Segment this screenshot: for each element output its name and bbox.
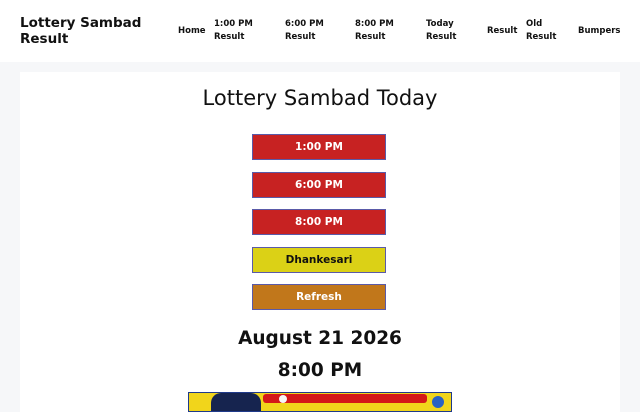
nav-6pm-result[interactable]: 6:00 PM Result: [285, 18, 335, 44]
refresh-button[interactable]: Refresh: [252, 284, 386, 310]
6pm-button[interactable]: 6:00 PM: [252, 172, 386, 198]
main-content: Lottery Sambad Today 1:00 PM 6:00 PM 8:0…: [20, 72, 620, 412]
dhankesari-button[interactable]: Dhankesari: [252, 247, 386, 273]
nav-bumpers[interactable]: Bumpers: [578, 25, 621, 38]
nav-old-result[interactable]: Old Result: [526, 18, 566, 44]
emblem-icon: [430, 394, 446, 410]
site-title[interactable]: Lottery Sambad Result: [20, 15, 160, 47]
site-header: Lottery Sambad Result Home 1:00 PM Resul…: [0, 0, 640, 62]
nav-result[interactable]: Result: [487, 25, 517, 38]
banner-logo-shape: [211, 393, 261, 411]
nav-1pm-result[interactable]: 1:00 PM Result: [214, 18, 264, 44]
nav-today-result[interactable]: Today Result: [426, 18, 466, 44]
banner-title-strip: [263, 394, 427, 403]
result-image[interactable]: [188, 392, 452, 412]
seal-icon: [279, 395, 287, 403]
result-time: 8:00 PM: [277, 360, 363, 381]
1pm-button[interactable]: 1:00 PM: [252, 134, 386, 160]
nav-home[interactable]: Home: [178, 25, 206, 38]
nav-8pm-result[interactable]: 8:00 PM Result: [355, 18, 405, 44]
8pm-button[interactable]: 8:00 PM: [252, 209, 386, 235]
page-title: Lottery Sambad Today: [202, 86, 438, 110]
result-date: August 21 2026: [238, 328, 402, 349]
